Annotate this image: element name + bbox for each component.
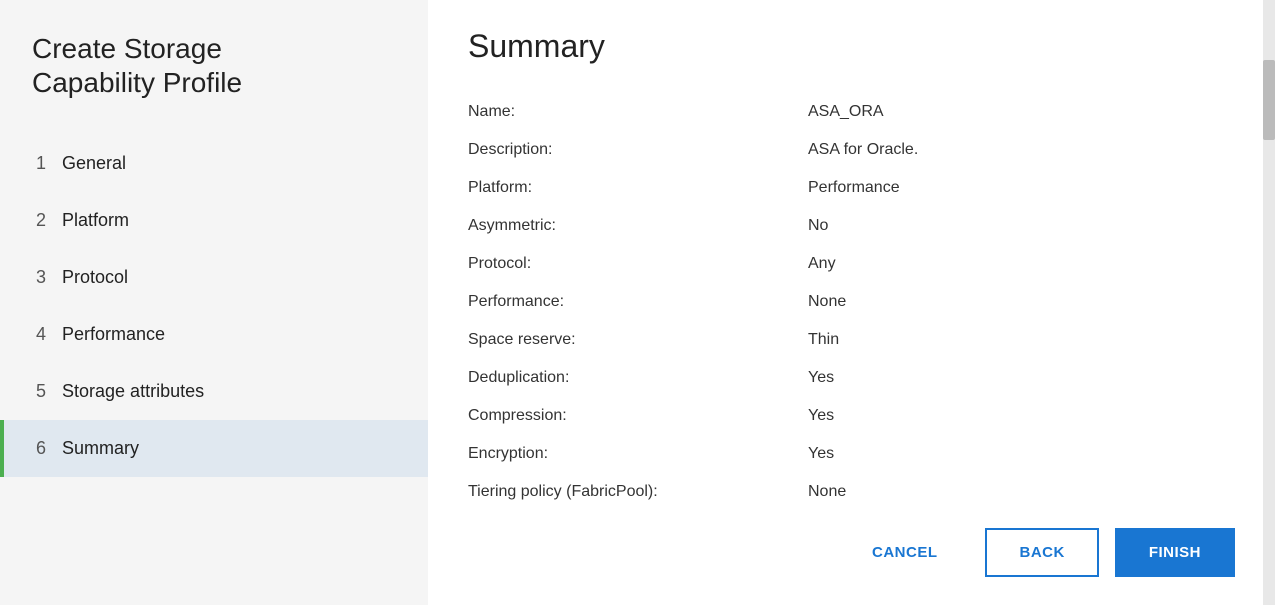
summary-value: Yes [808, 369, 834, 387]
summary-label: Description: [468, 141, 808, 159]
summary-label: Asymmetric: [468, 217, 808, 235]
summary-value: None [808, 293, 846, 311]
summary-row: Tiering policy (FabricPool):None [468, 473, 1235, 508]
sidebar-step-protocol[interactable]: 3 Protocol [32, 249, 428, 306]
summary-value: Yes [808, 445, 834, 463]
summary-row: Deduplication:Yes [468, 359, 1235, 397]
summary-label: Tiering policy (FabricPool): [468, 483, 808, 501]
summary-value: ASA for Oracle. [808, 141, 918, 159]
sidebar-step-summary[interactable]: 6 Summary [0, 420, 428, 477]
sidebar-step-general[interactable]: 1 General [32, 135, 428, 192]
summary-row: Platform:Performance [468, 169, 1235, 207]
step-number: 4 [36, 324, 46, 345]
summary-row: Space reserve:Thin [468, 321, 1235, 359]
summary-row: Protocol:Any [468, 245, 1235, 283]
step-number: 5 [36, 381, 46, 402]
step-number: 3 [36, 267, 46, 288]
scrollbar-thumb[interactable] [1263, 60, 1275, 140]
step-label: Platform [62, 210, 129, 231]
step-label: Protocol [62, 267, 128, 288]
summary-value: No [808, 217, 828, 235]
summary-label: Platform: [468, 179, 808, 197]
summary-value: None [808, 483, 846, 501]
summary-table: Name:ASA_ORADescription:ASA for Oracle.P… [468, 93, 1235, 508]
scrollbar-track [1263, 0, 1275, 605]
summary-row: Encryption:Yes [468, 435, 1235, 473]
summary-label: Performance: [468, 293, 808, 311]
sidebar: Create StorageCapability Profile 1 Genera… [0, 0, 428, 605]
step-number: 2 [36, 210, 46, 231]
summary-label: Protocol: [468, 255, 808, 273]
sidebar-title: Create StorageCapability Profile [32, 32, 428, 99]
summary-value: Performance [808, 179, 900, 197]
summary-row: Asymmetric:No [468, 207, 1235, 245]
summary-label: Encryption: [468, 445, 808, 463]
dialog-container: Create StorageCapability Profile 1 Genera… [0, 0, 1275, 605]
summary-row: Compression:Yes [468, 397, 1235, 435]
finish-button[interactable]: FINISH [1115, 528, 1235, 577]
summary-label: Compression: [468, 407, 808, 425]
back-button[interactable]: BACK [985, 528, 1098, 577]
summary-value: Yes [808, 407, 834, 425]
cancel-button[interactable]: CANCEL [840, 530, 970, 575]
sidebar-step-performance[interactable]: 4 Performance [32, 306, 428, 363]
step-label: Summary [62, 438, 139, 459]
step-label: Performance [62, 324, 165, 345]
page-title: Summary [468, 28, 1235, 65]
step-number: 6 [36, 438, 46, 459]
summary-value: Any [808, 255, 836, 273]
step-label: General [62, 153, 126, 174]
footer: CANCEL BACK FINISH [468, 508, 1235, 605]
summary-value: ASA_ORA [808, 103, 884, 121]
summary-label: Space reserve: [468, 331, 808, 349]
summary-label: Name: [468, 103, 808, 121]
step-number: 1 [36, 153, 46, 174]
sidebar-step-storage-attributes[interactable]: 5 Storage attributes [32, 363, 428, 420]
summary-row: Performance:None [468, 283, 1235, 321]
summary-value: Thin [808, 331, 839, 349]
sidebar-steps: 1General2Platform3Protocol4Performance5S… [32, 135, 428, 477]
sidebar-step-platform[interactable]: 2 Platform [32, 192, 428, 249]
summary-row: Description:ASA for Oracle. [468, 131, 1235, 169]
main-content: Summary Name:ASA_ORADescription:ASA for … [428, 0, 1275, 605]
step-label: Storage attributes [62, 381, 204, 402]
summary-row: Name:ASA_ORA [468, 93, 1235, 131]
summary-label: Deduplication: [468, 369, 808, 387]
